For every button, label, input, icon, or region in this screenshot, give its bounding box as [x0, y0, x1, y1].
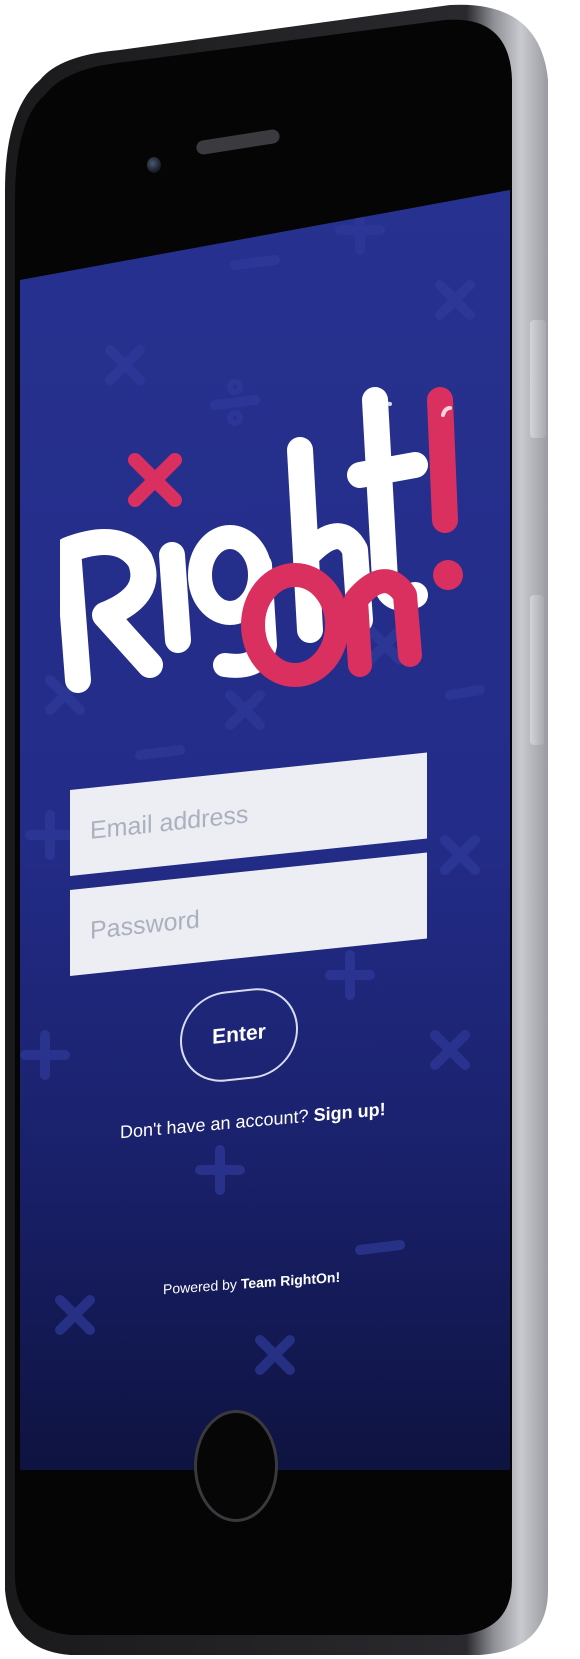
login-content: Enter Don't have an account? Sign up! Po… [20, 190, 510, 1470]
righton-logo [60, 387, 463, 693]
enter-button[interactable]: Enter [180, 983, 298, 1087]
home-button[interactable] [194, 1410, 278, 1522]
power-button [530, 320, 546, 438]
powered-by-text: Powered by [163, 1276, 237, 1298]
powered-by-footer: Powered by Team RightOn! [163, 1269, 340, 1297]
app-screen: Enter Don't have an account? Sign up! Po… [20, 190, 510, 1470]
signup-prompt-text: Don't have an account? [120, 1105, 309, 1143]
phone-device: Enter Don't have an account? Sign up! Po… [0, 0, 560, 1659]
front-camera [147, 157, 161, 173]
signup-link[interactable]: Sign up! [314, 1099, 386, 1125]
password-field[interactable] [70, 852, 427, 976]
volume-button [530, 595, 544, 745]
signup-prompt: Don't have an account? Sign up! [120, 1098, 400, 1143]
powered-by-team[interactable]: Team RightOn! [241, 1269, 340, 1292]
